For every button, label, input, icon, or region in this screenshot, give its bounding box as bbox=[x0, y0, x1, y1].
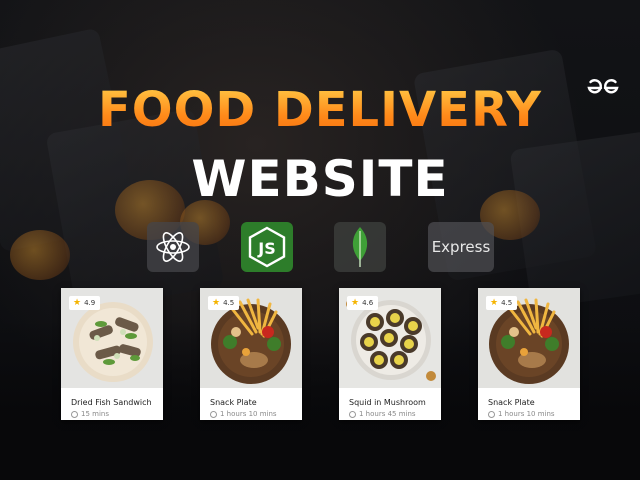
background-food-image bbox=[10, 230, 70, 280]
delivery-time-label: 1 hours 45 mins bbox=[359, 410, 416, 418]
delivery-time-label: 1 hours 10 mins bbox=[220, 410, 277, 418]
headline-subtitle: WEBSITE bbox=[191, 150, 449, 208]
express-logo: Express bbox=[428, 222, 494, 272]
nodejs-logo-icon: JS bbox=[241, 222, 293, 272]
delivery-time: 15 mins bbox=[71, 410, 109, 418]
food-name: Snack Plate bbox=[488, 398, 535, 407]
react-logo-icon bbox=[147, 222, 199, 272]
delivery-time-label: 1 hours 10 mins bbox=[498, 410, 555, 418]
food-name: Snack Plate bbox=[210, 398, 257, 407]
clock-icon bbox=[488, 410, 495, 418]
rating-value: 4.5 bbox=[223, 299, 235, 307]
star-icon: ★ bbox=[490, 298, 499, 308]
rating-value: 4.9 bbox=[84, 299, 96, 307]
mongodb-leaf-icon bbox=[334, 222, 386, 272]
food-card[interactable]: ★ 4.5 Snack Plate 1 hours 10 mins bbox=[200, 288, 302, 420]
rating-value: 4.5 bbox=[501, 299, 513, 307]
food-card[interactable]: ★ 4.5 Snack Plate 1 hours 10 mins bbox=[478, 288, 580, 420]
star-icon: ★ bbox=[73, 298, 82, 308]
rating-badge: ★ 4.6 bbox=[347, 296, 379, 310]
clock-icon bbox=[210, 410, 217, 418]
star-icon: ★ bbox=[212, 298, 221, 308]
star-icon: ★ bbox=[351, 298, 360, 308]
clock-icon bbox=[349, 410, 356, 418]
rating-badge: ★ 4.9 bbox=[69, 296, 101, 310]
rating-badge: ★ 4.5 bbox=[208, 296, 240, 310]
svg-text:JS: JS bbox=[257, 239, 275, 258]
delivery-time: 1 hours 45 mins bbox=[349, 410, 416, 418]
rating-value: 4.6 bbox=[362, 299, 374, 307]
food-card[interactable]: ★ 4.9 Dried Fish Sandwich 15 mins bbox=[61, 288, 163, 420]
clock-icon bbox=[71, 410, 78, 418]
rating-badge: ★ 4.5 bbox=[486, 296, 518, 310]
delivery-time: 1 hours 10 mins bbox=[488, 410, 555, 418]
food-name: Squid in Mushroom bbox=[349, 398, 426, 407]
food-name: Dried Fish Sandwich bbox=[71, 398, 152, 407]
food-card[interactable]: ★ 4.6 Squid in Mushroom 1 hours 45 mins bbox=[339, 288, 441, 420]
delivery-time: 1 hours 10 mins bbox=[210, 410, 277, 418]
delivery-time-label: 15 mins bbox=[81, 410, 109, 418]
headline-title: FOOD DELIVERY bbox=[0, 82, 640, 138]
